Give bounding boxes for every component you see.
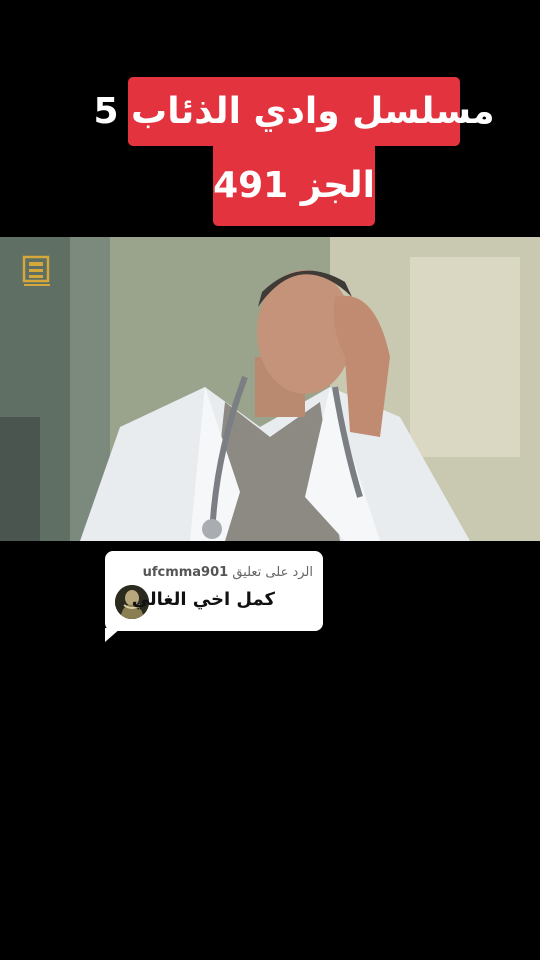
reply-header-prefix: الرد على تعليق (232, 565, 313, 580)
reply-comment-bubble[interactable]: الرد على تعليق ufcmma901 كمل اخي الغالي (105, 551, 323, 631)
video-frame[interactable] (0, 237, 540, 541)
reply-comment-text: كمل اخي الغالي (131, 589, 275, 610)
production-logo-icon (22, 255, 50, 286)
bubble-tail (105, 628, 121, 642)
title-line-2: الجز 491 (213, 145, 375, 226)
video-scene (0, 237, 540, 541)
title-text-1: مسلسل وادي الذئاب 5 (93, 90, 495, 132)
title-line-1: مسلسل وادي الذئاب 5 (93, 77, 495, 146)
reply-header: الرد على تعليق ufcmma901 (143, 565, 313, 580)
title-text-2: الجز 491 (213, 164, 375, 206)
stethoscope-chestpiece (202, 519, 222, 539)
shelf (0, 417, 40, 541)
reply-username[interactable]: ufcmma901 (143, 565, 229, 580)
window-light (410, 257, 520, 457)
